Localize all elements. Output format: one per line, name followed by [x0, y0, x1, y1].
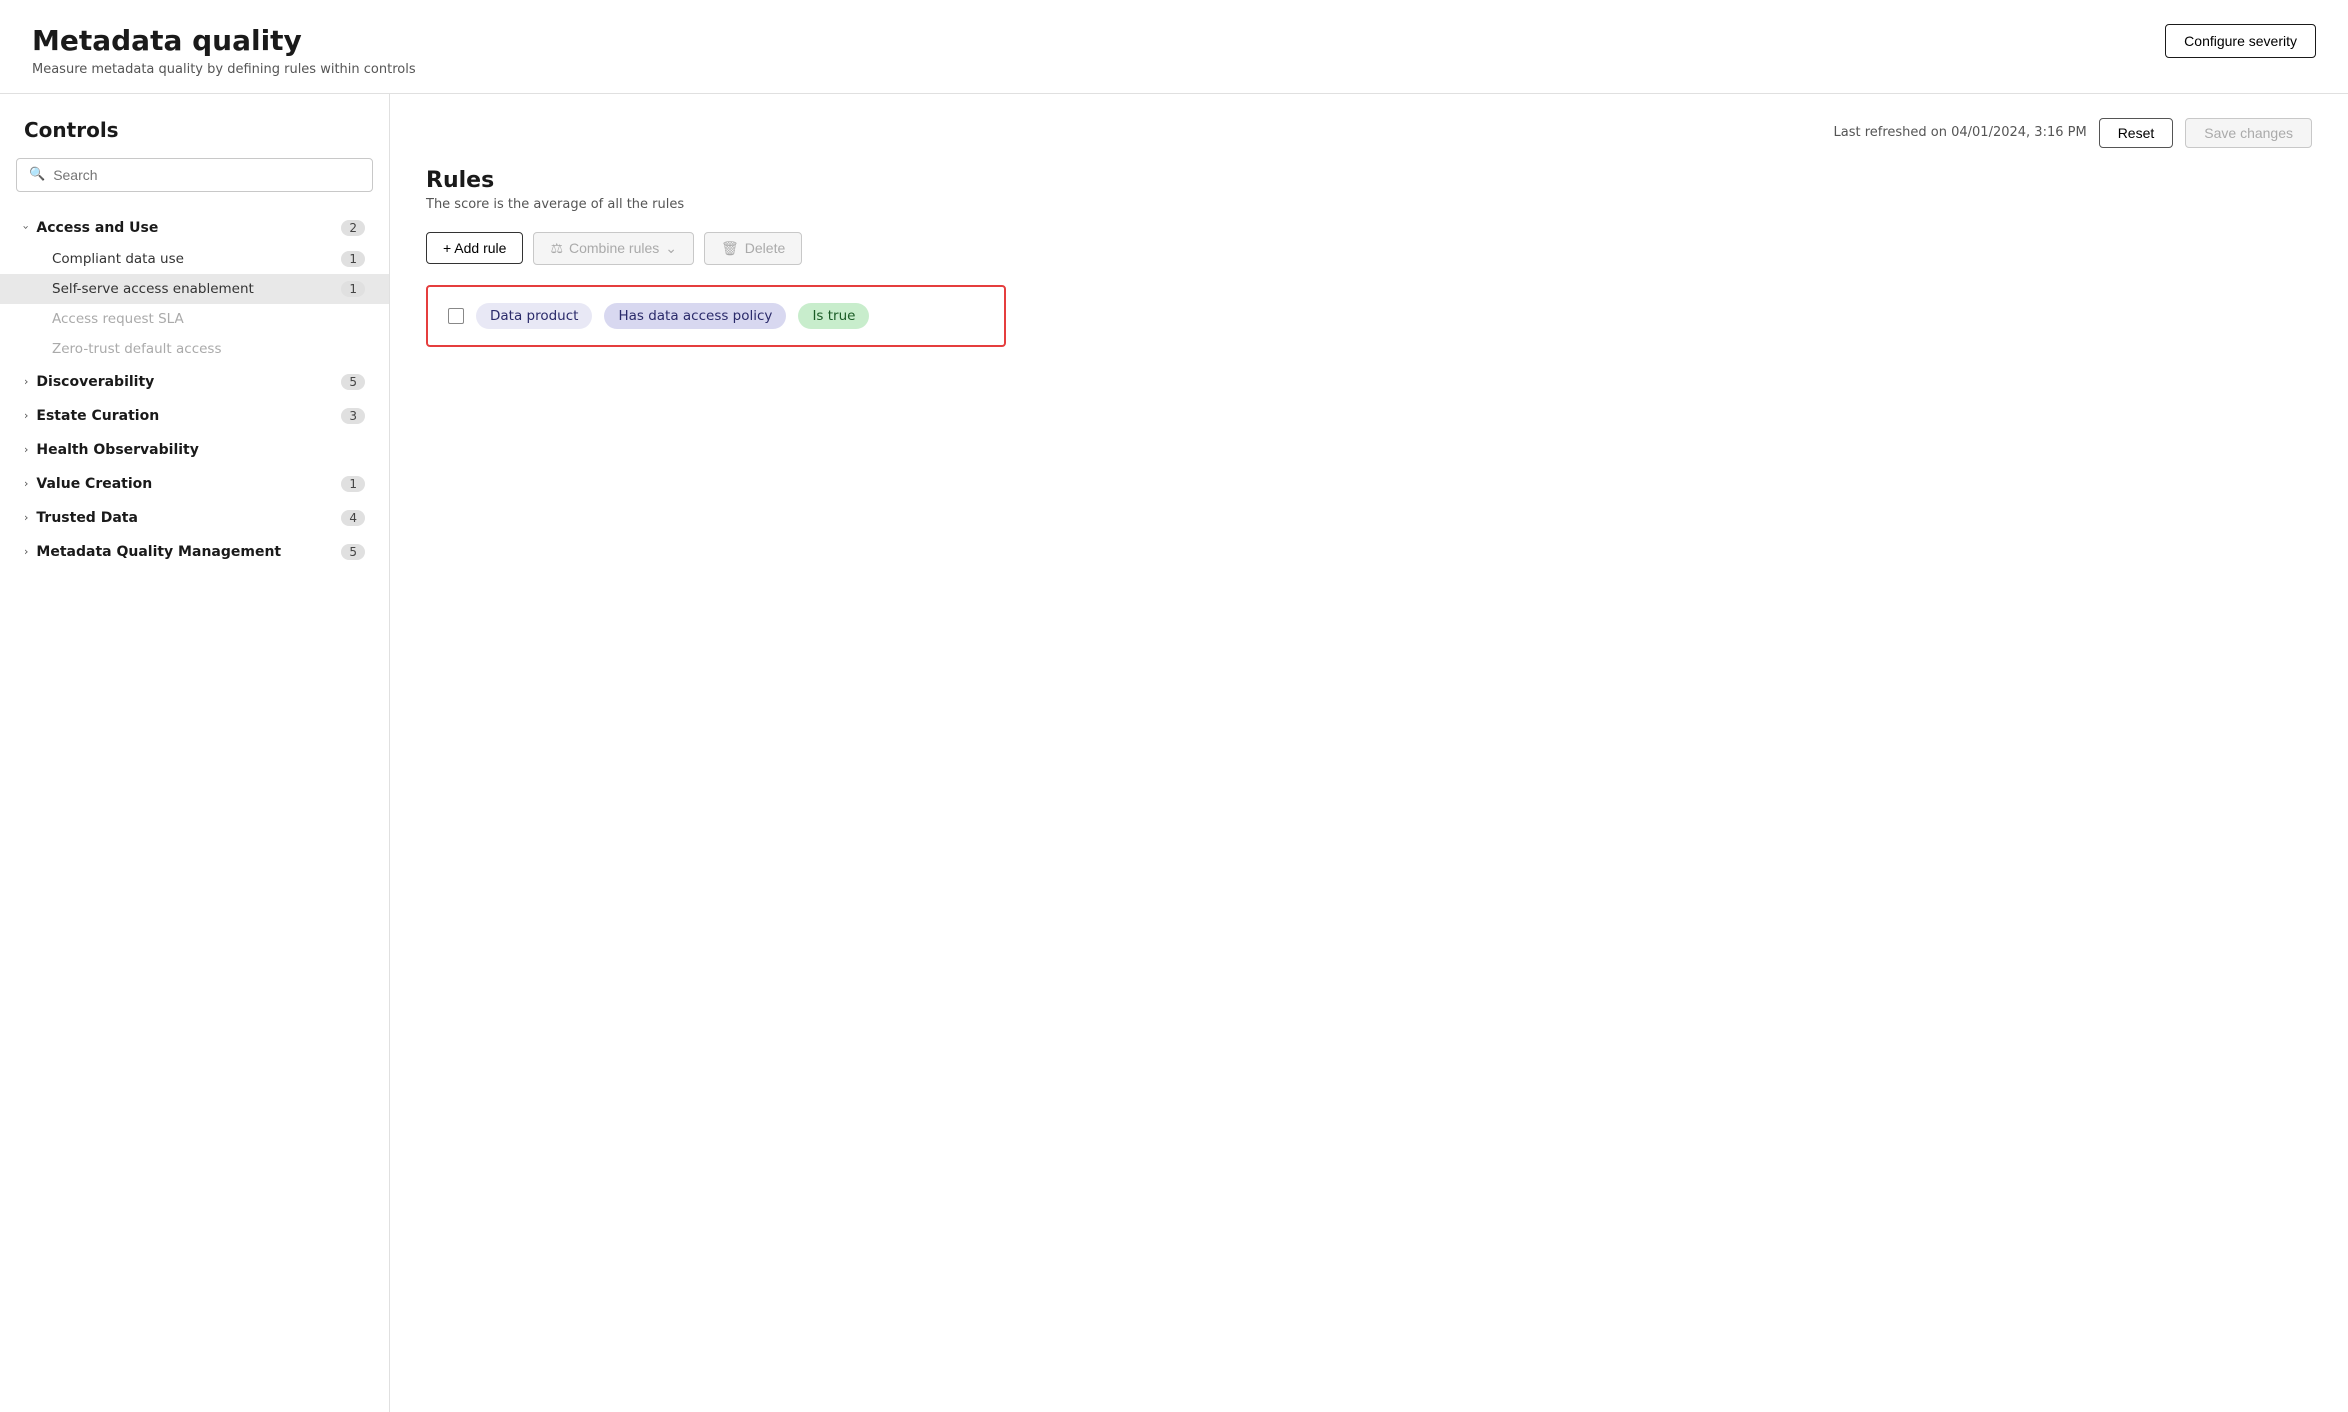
- child-label-compliant-data-use: Compliant data use: [52, 251, 184, 267]
- chevron-icon: ›: [24, 477, 28, 490]
- group-badge-discoverability: 5: [341, 374, 365, 390]
- page-subtitle: Measure metadata quality by defining rul…: [32, 62, 416, 77]
- sidebar-group-trusted-data: › Trusted Data 4: [0, 502, 389, 534]
- chevron-icon: ›: [24, 375, 28, 388]
- sidebar-group-estate-curation: › Estate Curation 3: [0, 400, 389, 432]
- child-label-zero-trust: Zero-trust default access: [52, 341, 222, 357]
- sidebar-group-header-trusted-data[interactable]: › Trusted Data 4: [0, 502, 389, 534]
- group-badge-metadata-quality-management: 5: [341, 544, 365, 560]
- chevron-icon: ›: [24, 511, 28, 524]
- child-label-access-request-sla: Access request SLA: [52, 311, 184, 327]
- table-row: Data product Has data access policy Is t…: [428, 287, 1004, 345]
- sidebar-group-metadata-quality-management: › Metadata Quality Management 5: [0, 536, 389, 568]
- rule-checkbox[interactable]: [448, 308, 464, 324]
- last-refreshed-text: Last refreshed on 04/01/2024, 3:16 PM: [1833, 125, 2086, 140]
- sidebar-group-header-discoverability[interactable]: › Discoverability 5: [0, 366, 389, 398]
- group-badge-access-and-use: 2: [341, 220, 365, 236]
- rules-subtitle: The score is the average of all the rule…: [426, 197, 2312, 212]
- sidebar-group-health-observability: › Health Observability: [0, 434, 389, 466]
- sidebar-group-discoverability: › Discoverability 5: [0, 366, 389, 398]
- group-badge-estate-curation: 3: [341, 408, 365, 424]
- group-label-health-observability: Health Observability: [36, 442, 365, 458]
- sidebar-group-header-health-observability[interactable]: › Health Observability: [0, 434, 389, 466]
- main-content: Controls 🔍 › Access and Use 2 Compliant …: [0, 94, 2348, 1412]
- group-label-metadata-quality-management: Metadata Quality Management: [36, 544, 341, 560]
- configure-severity-button[interactable]: Configure severity: [2165, 24, 2316, 58]
- sidebar-item-access-request-sla: Access request SLA: [0, 304, 389, 334]
- add-rule-button[interactable]: + Add rule: [426, 232, 523, 264]
- save-changes-button[interactable]: Save changes: [2185, 118, 2312, 148]
- chip-is-true: Is true: [798, 303, 869, 329]
- chevron-icon: ›: [24, 545, 28, 558]
- sidebar-group-header-access-and-use[interactable]: › Access and Use 2: [0, 212, 389, 244]
- search-box: 🔍: [16, 158, 373, 192]
- sidebar-group-header-metadata-quality-management[interactable]: › Metadata Quality Management 5: [0, 536, 389, 568]
- sidebar: Controls 🔍 › Access and Use 2 Compliant …: [0, 94, 390, 1412]
- page-title: Metadata quality: [32, 24, 416, 58]
- search-input[interactable]: [53, 167, 360, 183]
- right-topbar: Last refreshed on 04/01/2024, 3:16 PM Re…: [426, 118, 2312, 148]
- rules-title: Rules: [426, 168, 2312, 193]
- chip-has-access-policy: Has data access policy: [604, 303, 786, 329]
- child-badge-compliant-data-use: 1: [341, 251, 365, 267]
- group-badge-trusted-data: 4: [341, 510, 365, 526]
- sidebar-group-access-and-use: › Access and Use 2 Compliant data use 1 …: [0, 212, 389, 364]
- page-container: Metadata quality Measure metadata qualit…: [0, 0, 2348, 1412]
- child-label-self-serve-access: Self-serve access enablement: [52, 281, 254, 297]
- group-label-value-creation: Value Creation: [36, 476, 341, 492]
- sidebar-item-self-serve-access[interactable]: Self-serve access enablement 1: [0, 274, 389, 304]
- delete-icon: 🗑: [721, 240, 739, 257]
- sidebar-item-compliant-data-use[interactable]: Compliant data use 1: [0, 244, 389, 274]
- combine-rules-chevron-icon: ⌄: [665, 240, 677, 257]
- child-badge-self-serve-access: 1: [341, 281, 365, 297]
- header-left: Metadata quality Measure metadata qualit…: [32, 24, 416, 77]
- header: Metadata quality Measure metadata qualit…: [0, 0, 2348, 94]
- search-icon: 🔍: [29, 167, 45, 182]
- sidebar-heading: Controls: [0, 118, 389, 158]
- combine-rules-icon: ⚖: [550, 240, 563, 257]
- sidebar-group-value-creation: › Value Creation 1: [0, 468, 389, 500]
- sidebar-group-header-estate-curation[interactable]: › Estate Curation 3: [0, 400, 389, 432]
- reset-button[interactable]: Reset: [2099, 118, 2174, 148]
- rules-list: Data product Has data access policy Is t…: [426, 285, 1006, 347]
- group-label-access-and-use: Access and Use: [36, 220, 341, 236]
- rules-toolbar: + Add rule ⚖ Combine rules ⌄ 🗑 Delete: [426, 232, 2312, 265]
- delete-label: Delete: [745, 240, 785, 256]
- chevron-icon: ›: [20, 225, 33, 229]
- group-label-discoverability: Discoverability: [36, 374, 341, 390]
- chevron-icon: ›: [24, 443, 28, 456]
- group-label-trusted-data: Trusted Data: [36, 510, 341, 526]
- combine-rules-label: Combine rules: [569, 240, 659, 256]
- right-panel: Last refreshed on 04/01/2024, 3:16 PM Re…: [390, 94, 2348, 1412]
- group-label-estate-curation: Estate Curation: [36, 408, 341, 424]
- sidebar-item-zero-trust: Zero-trust default access: [0, 334, 389, 364]
- sidebar-group-header-value-creation[interactable]: › Value Creation 1: [0, 468, 389, 500]
- group-badge-value-creation: 1: [341, 476, 365, 492]
- combine-rules-button: ⚖ Combine rules ⌄: [533, 232, 694, 265]
- delete-button: 🗑 Delete: [704, 232, 802, 265]
- chevron-icon: ›: [24, 409, 28, 422]
- chip-data-product: Data product: [476, 303, 592, 329]
